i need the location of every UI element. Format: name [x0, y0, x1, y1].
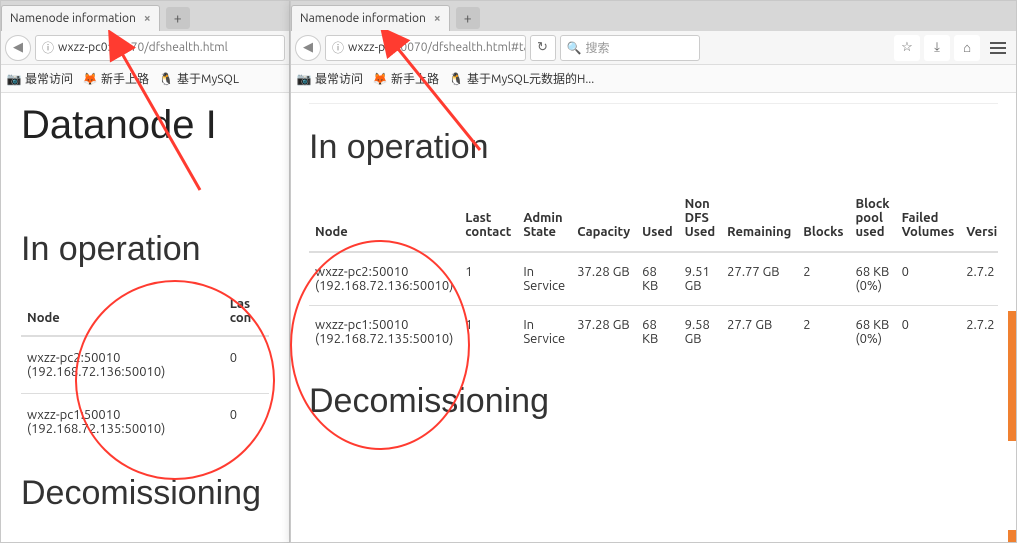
tab-bar: Namenode information × +: [1, 1, 289, 31]
cell-pool: 68 KB (0%): [850, 252, 896, 306]
annotation-arrow-right: [380, 30, 500, 160]
bookmark-most-visited[interactable]: 📷 最常访问: [297, 70, 363, 87]
refresh-button[interactable]: ↻: [530, 35, 556, 61]
close-icon[interactable]: ×: [434, 12, 441, 25]
section-decommissioning: Decomissioning: [21, 474, 269, 513]
tab-title: Namenode information: [300, 12, 426, 25]
back-button[interactable]: ◀: [295, 35, 321, 61]
bm-label: 最常访问: [25, 70, 73, 87]
cell-failed: 0: [896, 306, 961, 359]
col-last-contact: Last contact: [459, 185, 517, 252]
cell-blocks: 2: [797, 252, 849, 306]
cell-remain: 27.7 GB: [721, 306, 797, 359]
menu-icon[interactable]: [984, 35, 1012, 61]
section-in-operation: In operation: [21, 230, 269, 269]
cell-pool: 68 KB (0%): [850, 306, 896, 359]
cell-nondfs: 9.51 GB: [679, 252, 722, 306]
info-icon: ⓘ: [332, 39, 344, 56]
table-header-row: Node Last contact Admin State Capacity U…: [309, 185, 998, 252]
cell-used: 68 KB: [636, 306, 679, 359]
cell-remain: 27.77 GB: [721, 252, 797, 306]
cell-lc: 1: [459, 252, 517, 306]
col-version: Versi: [960, 185, 998, 252]
cell-nondfs: 9.58 GB: [679, 306, 722, 359]
col-capacity: Capacity: [571, 185, 636, 252]
toolbar-icons: ☆ ⤓ ⌂: [894, 35, 1012, 61]
col-admin-state: Admin State: [517, 185, 571, 252]
cell-blocks: 2: [797, 306, 849, 359]
search-input[interactable]: 🔍 搜索: [560, 35, 700, 61]
home-icon[interactable]: ⌂: [954, 35, 980, 61]
cell-cap: 37.28 GB: [571, 252, 636, 306]
tab-namenode[interactable]: Namenode information ×: [291, 5, 450, 31]
bookmark-most-visited[interactable]: 📷 最常访问: [7, 70, 73, 87]
tab-namenode[interactable]: Namenode information ×: [1, 5, 160, 31]
new-tab-button[interactable]: +: [456, 7, 480, 29]
new-tab-button[interactable]: +: [166, 7, 190, 29]
cell-ver: 2.7.2: [960, 306, 998, 359]
col-block-pool: Block pool used: [850, 185, 896, 252]
search-placeholder: 搜索: [585, 39, 609, 56]
close-icon[interactable]: ×: [144, 12, 151, 25]
scrollbar[interactable]: [1008, 311, 1016, 441]
scrollbar-corner: [1008, 530, 1016, 542]
col-remaining: Remaining: [721, 185, 797, 252]
col-failed: Failed Volumes: [896, 185, 961, 252]
annotation-circle-left: [75, 280, 275, 480]
tab-title: Namenode information: [10, 12, 136, 25]
col-non-dfs: Non DFS Used: [679, 185, 722, 252]
cell-failed: 0: [896, 252, 961, 306]
cell-ver: 2.7.2: [960, 252, 998, 306]
firefox-icon: 🦊: [83, 72, 97, 86]
bm-label: 最常访问: [315, 70, 363, 87]
search-icon: 🔍: [567, 41, 582, 55]
cell-admin: In Service: [517, 252, 571, 306]
star-icon[interactable]: ☆: [894, 35, 920, 61]
info-icon: ⓘ: [42, 39, 54, 56]
col-used: Used: [636, 185, 679, 252]
camera-icon: 📷: [297, 72, 311, 86]
annotation-circle-right: [290, 240, 470, 450]
annotation-arrow-left: [100, 30, 220, 200]
cell-cap: 37.28 GB: [571, 306, 636, 359]
back-button[interactable]: ◀: [5, 35, 31, 61]
cell-admin: In Service: [517, 306, 571, 359]
cell-used: 68 KB: [636, 252, 679, 306]
camera-icon: 📷: [7, 72, 21, 86]
col-blocks: Blocks: [797, 185, 849, 252]
tab-bar: Namenode information × +: [291, 1, 1016, 31]
download-icon[interactable]: ⤓: [924, 35, 950, 61]
